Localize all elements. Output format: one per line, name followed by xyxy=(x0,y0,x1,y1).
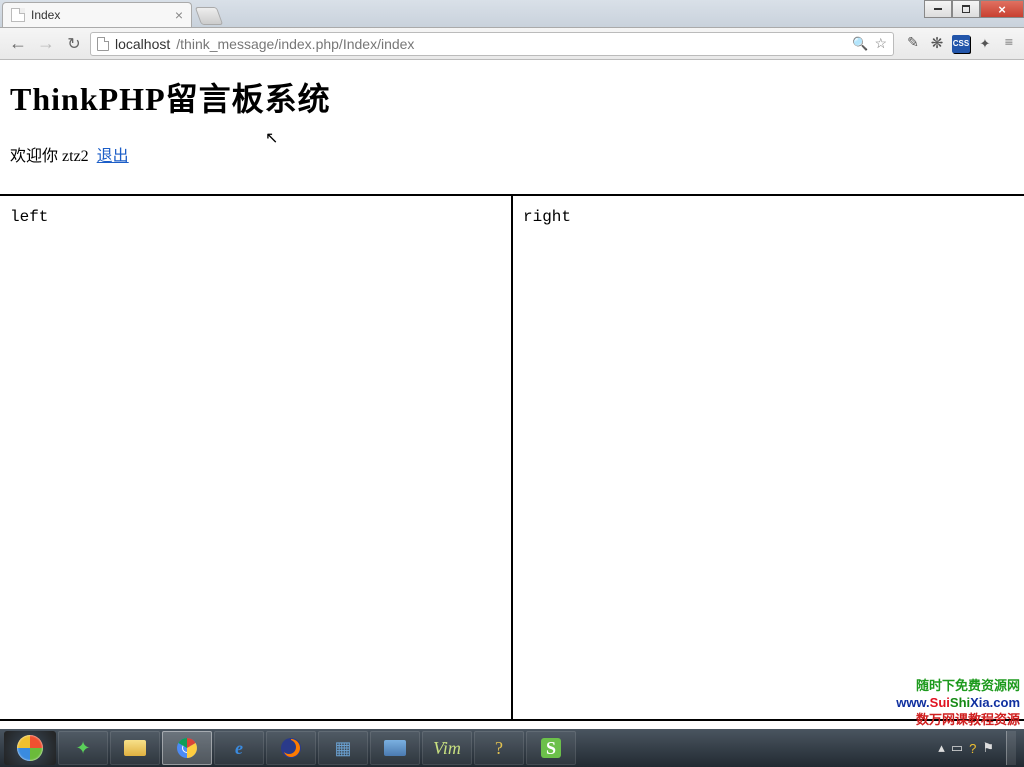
page-title: ThinkPHP留言板系统 xyxy=(0,60,1024,126)
taskbar-app-7[interactable] xyxy=(370,731,420,765)
close-tab-icon[interactable]: × xyxy=(175,7,183,23)
taskbar-app-6[interactable]: ▦ xyxy=(318,731,368,765)
clip-extension-icon[interactable]: ✦ xyxy=(976,35,994,53)
right-label: right xyxy=(523,208,571,226)
page-icon xyxy=(11,8,25,22)
address-bar[interactable]: localhost/think_message/index.php/Index/… xyxy=(90,32,894,56)
browser-toolbar: ← → ↻ localhost/think_message/index.php/… xyxy=(0,28,1024,60)
new-tab-button[interactable] xyxy=(195,7,224,25)
welcome-line: 欢迎你 ztz2 退出 xyxy=(0,126,1024,174)
bookmark-star-icon[interactable]: ☆ xyxy=(874,35,887,52)
system-tray[interactable]: ▴ ▭ ? ⚑ xyxy=(938,731,1020,765)
watermark-line1: 随时下免费资源网 xyxy=(896,678,1020,695)
omnibox-actions: 🔍 ☆ xyxy=(852,35,887,52)
back-button[interactable]: ← xyxy=(6,32,30,56)
taskbar-skype[interactable]: S xyxy=(526,731,576,765)
gear-extension-icon[interactable]: ❋ xyxy=(928,35,946,53)
css-extension-icon[interactable]: CSS xyxy=(952,35,970,53)
tray-flag-icon[interactable]: ⚑ xyxy=(982,740,994,756)
taskbar: ✦ e ▦ Vim ? S ▴ ▭ ? ⚑ xyxy=(0,729,1024,767)
taskbar-app-9[interactable]: ? xyxy=(474,731,524,765)
start-button[interactable] xyxy=(4,731,56,765)
search-icon[interactable]: 🔍 xyxy=(852,36,868,52)
chrome-menu-icon[interactable]: ≡ xyxy=(1000,35,1018,53)
watermark-line2: www.SuiShiXia.com xyxy=(896,695,1020,712)
chrome-icon xyxy=(175,736,199,760)
tab-title: Index xyxy=(31,8,169,22)
tray-up-icon[interactable]: ▴ xyxy=(938,740,945,756)
right-panel: right xyxy=(513,196,1024,719)
show-desktop-button[interactable] xyxy=(1006,731,1016,765)
site-icon xyxy=(97,37,109,51)
username: ztz2 xyxy=(62,148,89,165)
url-path: /think_message/index.php/Index/index xyxy=(176,36,414,52)
taskbar-chrome[interactable] xyxy=(162,731,212,765)
panels: left right xyxy=(0,194,1024,721)
url-host: localhost xyxy=(115,36,170,52)
tray-help-icon[interactable]: ? xyxy=(969,741,976,756)
left-panel: left xyxy=(0,196,513,719)
taskbar-ie[interactable]: e xyxy=(214,731,264,765)
browser-tab[interactable]: Index × xyxy=(2,2,192,27)
wand-extension-icon[interactable]: ✎ xyxy=(904,35,922,53)
close-button[interactable]: × xyxy=(980,0,1024,18)
windows-logo-icon xyxy=(17,735,43,761)
page-content: ThinkPHP留言板系统 ↖ 欢迎你 ztz2 退出 left right xyxy=(0,60,1024,730)
forward-button[interactable]: → xyxy=(34,32,58,56)
minimize-button[interactable] xyxy=(924,0,952,18)
welcome-prefix: 欢迎你 xyxy=(10,148,62,165)
tray-battery-icon[interactable]: ▭ xyxy=(951,740,963,756)
firefox-icon xyxy=(279,736,303,760)
taskbar-firefox[interactable] xyxy=(266,731,316,765)
taskbar-app-1[interactable]: ✦ xyxy=(58,731,108,765)
reload-button[interactable]: ↻ xyxy=(62,32,86,56)
logout-link[interactable]: 退出 xyxy=(97,148,129,165)
taskbar-vim[interactable]: Vim xyxy=(422,731,472,765)
maximize-button[interactable] xyxy=(952,0,980,18)
taskbar-explorer[interactable] xyxy=(110,731,160,765)
left-label: left xyxy=(10,208,48,226)
watermark-line3: 数万网课教程资源 xyxy=(896,712,1020,729)
window-controls: × xyxy=(924,0,1024,18)
watermark: 随时下免费资源网 www.SuiShiXia.com 数万网课教程资源 xyxy=(896,678,1020,729)
extension-icons: ✎ ❋ CSS ✦ ≡ xyxy=(904,35,1018,53)
tab-strip: Index × xyxy=(0,0,1024,28)
